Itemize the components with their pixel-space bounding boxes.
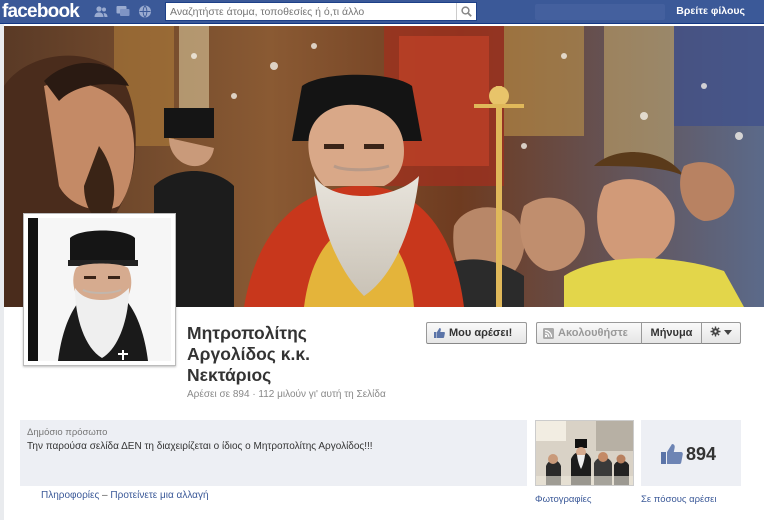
top-bar: facebook Βρείτε φίλους [0, 0, 764, 24]
message-button[interactable]: Μήνυμα [641, 322, 702, 344]
profile-picture-image [28, 218, 171, 361]
chevron-down-icon [724, 327, 732, 339]
page-description: Την παρούσα σελίδα ΔΕΝ τη διαχειρίζεται … [27, 441, 373, 452]
page-title-line-1: Μητροπολίτης [187, 323, 307, 343]
settings-dropdown-button[interactable] [701, 322, 741, 344]
photos-thumbnail-image [536, 421, 633, 485]
likes-tile[interactable]: 894 [641, 420, 741, 486]
notifications-icon[interactable] [138, 5, 152, 18]
page-title-line-3: Νεκτάριος [187, 365, 272, 385]
redacted-user-area [535, 4, 665, 20]
page-stats: Αρέσει σε 894 · 112 μιλούν γι' αυτή τη Σ… [187, 389, 386, 400]
facebook-logo[interactable]: facebook [2, 0, 80, 24]
messages-icon[interactable] [116, 5, 130, 18]
link-separator: – [99, 490, 111, 501]
profile-picture[interactable] [23, 213, 176, 366]
photos-link[interactable]: Φωτογραφίες [535, 494, 592, 505]
like-button-label: Μου αρέσει! [449, 327, 513, 339]
suggest-edit-link[interactable]: Προτείνετε μια αλλαγή [110, 490, 208, 501]
search-input[interactable] [166, 3, 454, 20]
page-title: Μητροπολίτης Αργολίδος κ.κ. Νεκτάριος [187, 323, 407, 386]
message-button-label: Μήνυμα [650, 327, 693, 339]
about-panel: Δημόσιο πρόσωπο Την παρούσα σελίδα ΔΕΝ τ… [20, 420, 527, 486]
photos-thumbnail[interactable] [535, 420, 634, 486]
likes-count: 894 [686, 444, 717, 464]
gear-icon [710, 326, 721, 340]
about-links: Πληροφορίες – Προτείνετε μια αλλαγή [41, 490, 209, 501]
info-link[interactable]: Πληροφορίες [41, 490, 99, 501]
page-title-line-2: Αργολίδος κ.κ. [187, 344, 310, 364]
find-friends-link[interactable]: Βρείτε φίλους [676, 0, 745, 23]
thumbs-up-icon [433, 327, 445, 339]
like-button[interactable]: Μου αρέσει! [426, 322, 527, 344]
rss-icon [543, 327, 554, 339]
friend-requests-icon[interactable] [94, 5, 108, 18]
thumbs-up-icon [660, 443, 684, 468]
likes-link[interactable]: Σε πόσους αρέσει [641, 494, 717, 505]
page-category: Δημόσιο πρόσωπο [27, 427, 108, 438]
search-box[interactable] [165, 2, 477, 21]
search-icon [461, 6, 472, 17]
search-button[interactable] [456, 3, 476, 20]
follow-button-label: Ακολουθήστε [558, 327, 628, 339]
follow-button[interactable]: Ακολουθήστε [536, 322, 642, 344]
